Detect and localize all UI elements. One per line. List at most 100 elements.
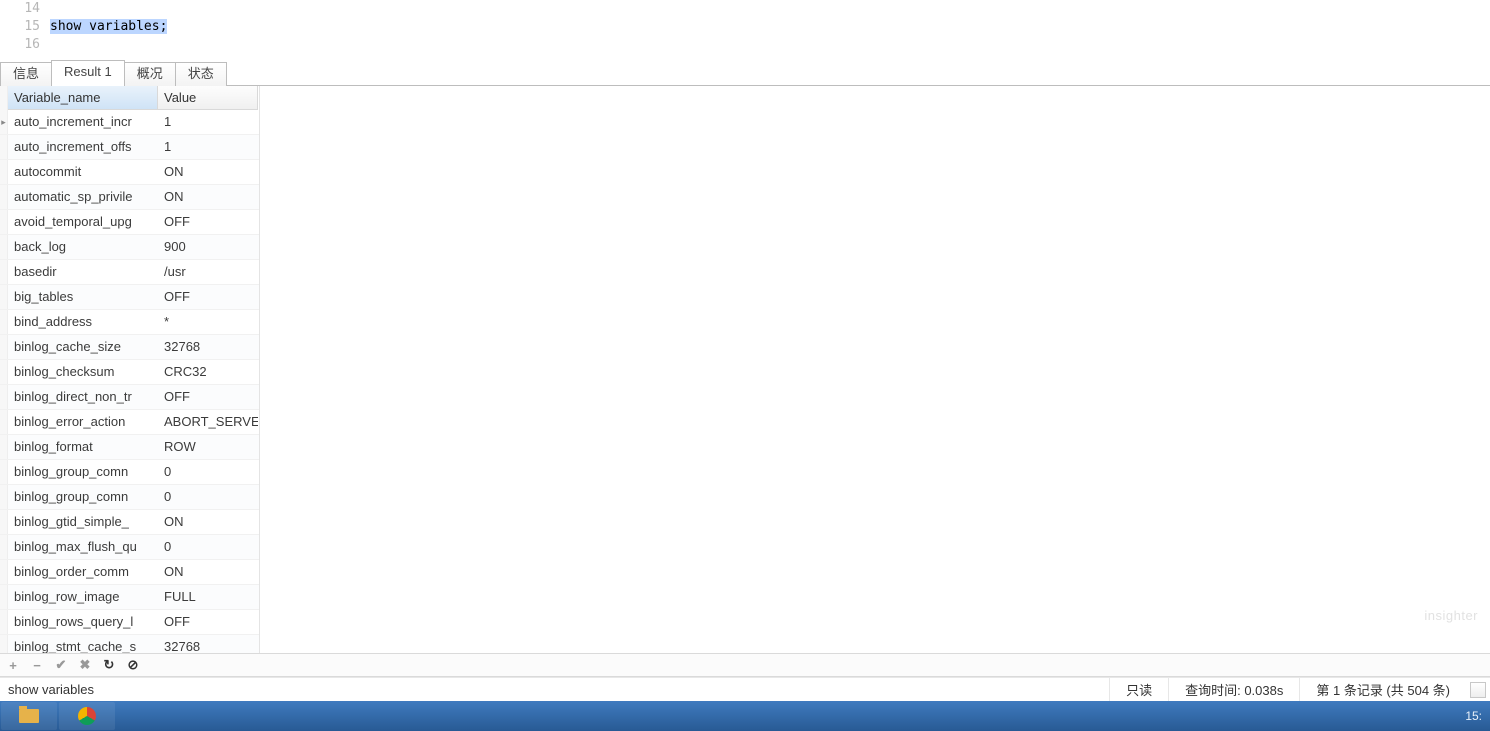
table-row[interactable]: ▸auto_increment_incr1 [0, 110, 259, 135]
row-marker [0, 435, 8, 459]
cell-variable-name[interactable]: big_tables [8, 285, 158, 309]
cell-value[interactable]: OFF [158, 285, 258, 309]
table-row[interactable]: binlog_row_imageFULL [0, 585, 259, 610]
table-row[interactable]: binlog_gtid_simple_ON [0, 510, 259, 535]
cell-variable-name[interactable]: auto_increment_offs [8, 135, 158, 159]
table-row[interactable]: binlog_stmt_cache_s32768 [0, 635, 259, 653]
row-marker [0, 585, 8, 609]
table-row[interactable]: basedir/usr [0, 260, 259, 285]
cell-value[interactable]: 0 [158, 460, 258, 484]
row-marker [0, 360, 8, 384]
remove-row-button[interactable]: − [30, 658, 44, 672]
row-marker [0, 235, 8, 259]
code-line[interactable]: show variables; [50, 18, 167, 36]
tab-profile[interactable]: 概况 [124, 62, 176, 86]
cell-value[interactable]: 900 [158, 235, 258, 259]
cell-variable-name[interactable]: binlog_gtid_simple_ [8, 510, 158, 534]
cell-variable-name[interactable]: bind_address [8, 310, 158, 334]
cell-value[interactable]: 0 [158, 485, 258, 509]
cell-variable-name[interactable]: binlog_stmt_cache_s [8, 635, 158, 653]
cell-variable-name[interactable]: binlog_max_flush_qu [8, 535, 158, 559]
add-row-button[interactable]: + [6, 658, 20, 672]
table-row[interactable]: big_tablesOFF [0, 285, 259, 310]
cell-value[interactable]: * [158, 310, 258, 334]
cell-value[interactable]: FULL [158, 585, 258, 609]
cell-value[interactable]: OFF [158, 385, 258, 409]
row-marker [0, 385, 8, 409]
table-row[interactable]: binlog_rows_query_lOFF [0, 610, 259, 635]
cell-value[interactable]: /usr [158, 260, 258, 284]
apply-button[interactable]: ✔ [54, 658, 68, 672]
tab-info[interactable]: 信息 [0, 62, 52, 86]
cell-variable-name[interactable]: binlog_error_action [8, 410, 158, 434]
status-bar: show variables 只读 查询时间: 0.038s 第 1 条记录 (… [0, 677, 1490, 701]
cell-variable-name[interactable]: avoid_temporal_upg [8, 210, 158, 234]
table-row[interactable]: back_log900 [0, 235, 259, 260]
cell-variable-name[interactable]: binlog_direct_non_tr [8, 385, 158, 409]
tab-result-1[interactable]: Result 1 [51, 60, 125, 86]
table-row[interactable]: autocommitON [0, 160, 259, 185]
cell-variable-name[interactable]: binlog_order_comm [8, 560, 158, 584]
taskbar-explorer[interactable] [1, 702, 57, 730]
table-row[interactable]: bind_address* [0, 310, 259, 335]
sql-editor[interactable]: 14 15 show variables; 16 [0, 0, 1490, 60]
row-marker-header [0, 86, 8, 110]
table-row[interactable]: binlog_cache_size32768 [0, 335, 259, 360]
table-row[interactable]: binlog_group_comn0 [0, 485, 259, 510]
refresh-button[interactable]: ↻ [102, 658, 116, 672]
cell-value[interactable]: OFF [158, 210, 258, 234]
cell-variable-name[interactable]: binlog_format [8, 435, 158, 459]
cell-value[interactable]: 1 [158, 110, 258, 134]
row-marker [0, 635, 8, 653]
row-marker [0, 310, 8, 334]
cell-variable-name[interactable]: binlog_cache_size [8, 335, 158, 359]
table-row[interactable]: avoid_temporal_upgOFF [0, 210, 259, 235]
table-row[interactable]: auto_increment_offs1 [0, 135, 259, 160]
stop-button[interactable]: ⊘ [126, 658, 140, 672]
result-grid-wrap: Variable_name Value ▸auto_increment_incr… [0, 86, 1490, 653]
selected-text[interactable]: show variables; [50, 19, 167, 34]
cell-variable-name[interactable]: binlog_checksum [8, 360, 158, 384]
table-row[interactable]: binlog_direct_non_trOFF [0, 385, 259, 410]
cell-variable-name[interactable]: autocommit [8, 160, 158, 184]
result-grid[interactable]: Variable_name Value ▸auto_increment_incr… [0, 86, 260, 653]
cell-variable-name[interactable]: basedir [8, 260, 158, 284]
column-header-value[interactable]: Value [158, 86, 258, 110]
cell-variable-name[interactable]: auto_increment_incr [8, 110, 158, 134]
cancel-button[interactable]: ✖ [78, 658, 92, 672]
column-header-variable-name[interactable]: Variable_name [8, 86, 158, 110]
status-time: 查询时间: 0.038s [1168, 678, 1299, 701]
cell-value[interactable]: ABORT_SERVE [158, 410, 258, 434]
cell-value[interactable]: OFF [158, 610, 258, 634]
cell-value[interactable]: ON [158, 160, 258, 184]
cell-variable-name[interactable]: binlog_group_comn [8, 485, 158, 509]
cell-value[interactable]: CRC32 [158, 360, 258, 384]
cell-value[interactable]: ON [158, 185, 258, 209]
table-row[interactable]: binlog_error_actionABORT_SERVE [0, 410, 259, 435]
taskbar-clock[interactable]: 15: [1465, 709, 1482, 723]
table-row[interactable]: binlog_formatROW [0, 435, 259, 460]
table-row[interactable]: automatic_sp_privileON [0, 185, 259, 210]
row-marker [0, 135, 8, 159]
result-tabstrip: 信息 Result 1 概况 状态 [0, 60, 1490, 86]
cell-value[interactable]: 0 [158, 535, 258, 559]
taskbar-chrome[interactable] [59, 702, 115, 730]
cell-variable-name[interactable]: back_log [8, 235, 158, 259]
cell-variable-name[interactable]: binlog_row_image [8, 585, 158, 609]
chrome-icon [78, 707, 96, 725]
cell-value[interactable]: ROW [158, 435, 258, 459]
cell-value[interactable]: 32768 [158, 635, 258, 653]
cell-value[interactable]: 1 [158, 135, 258, 159]
cell-variable-name[interactable]: automatic_sp_privile [8, 185, 158, 209]
tab-status[interactable]: 状态 [175, 62, 227, 86]
cell-value[interactable]: ON [158, 560, 258, 584]
table-row[interactable]: binlog_checksumCRC32 [0, 360, 259, 385]
cell-variable-name[interactable]: binlog_group_comn [8, 460, 158, 484]
cell-variable-name[interactable]: binlog_rows_query_l [8, 610, 158, 634]
status-corner-button[interactable] [1470, 682, 1486, 698]
table-row[interactable]: binlog_order_commON [0, 560, 259, 585]
table-row[interactable]: binlog_group_comn0 [0, 460, 259, 485]
table-row[interactable]: binlog_max_flush_qu0 [0, 535, 259, 560]
cell-value[interactable]: 32768 [158, 335, 258, 359]
cell-value[interactable]: ON [158, 510, 258, 534]
